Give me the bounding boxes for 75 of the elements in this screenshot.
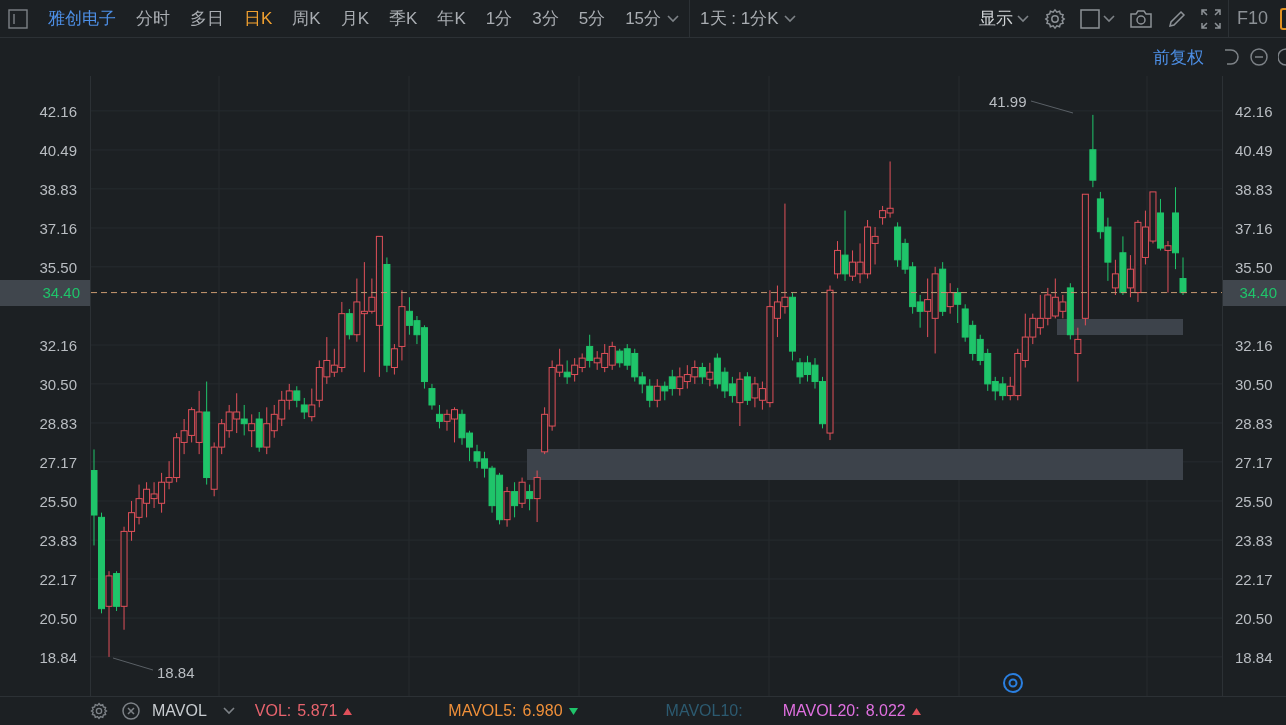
undo-icon[interactable] xyxy=(1222,48,1240,66)
adjust-button[interactable]: 前复权 xyxy=(1153,45,1204,69)
period-tab[interactable]: 3分 xyxy=(522,7,569,30)
close-icon[interactable] xyxy=(122,702,140,720)
price-tick: 20.50 xyxy=(39,609,77,627)
price-tick: 38.83 xyxy=(1235,180,1273,198)
price-tick: 28.83 xyxy=(39,414,77,432)
stock-name: 雅创电子 xyxy=(47,8,117,30)
price-tick: 35.50 xyxy=(39,258,77,276)
fullscreen-icon[interactable] xyxy=(1200,8,1221,29)
period-tab[interactable]: 5分 xyxy=(568,7,616,30)
price-tick: 28.83 xyxy=(1235,414,1273,432)
target-icon[interactable] xyxy=(1003,673,1023,693)
price-tick: 22.17 xyxy=(1235,570,1273,588)
price-tick: 27.17 xyxy=(39,453,77,471)
price-tick: 38.83 xyxy=(39,180,77,198)
price-tick: 32.16 xyxy=(39,336,77,354)
indicator-label: MAVOL20: xyxy=(782,702,860,720)
price-tick: 42.16 xyxy=(1235,102,1273,120)
edge-button[interactable] xyxy=(1280,7,1286,30)
period-tab[interactable]: 1分 xyxy=(475,7,523,30)
price-tick: 42.16 xyxy=(39,102,77,120)
interval-dropdown[interactable]: 15分 xyxy=(615,0,691,38)
settings-icon[interactable] xyxy=(1043,7,1066,30)
price-tick: 35.50 xyxy=(1235,258,1273,276)
price-tick: 23.83 xyxy=(39,531,77,549)
price-tick: 23.83 xyxy=(1235,531,1273,549)
current-price-tag: 34.40 xyxy=(0,279,90,306)
indicator-name: MAVOL xyxy=(152,702,207,720)
price-tick: 25.50 xyxy=(39,492,77,510)
settings-icon[interactable] xyxy=(90,702,108,720)
price-tick: 20.50 xyxy=(1235,609,1273,627)
f10-button[interactable]: F10 xyxy=(1227,0,1276,38)
panel-toggle-icon[interactable] xyxy=(8,8,28,29)
period-tab[interactable]: 周K xyxy=(282,7,331,30)
price-tick: 18.84 xyxy=(1235,648,1273,666)
price-tick: 30.50 xyxy=(1235,375,1273,393)
price-tick: 27.17 xyxy=(1235,453,1273,471)
indicator-label: MAVOL5: xyxy=(448,702,517,720)
chevron-down-icon xyxy=(667,14,680,23)
period-tab[interactable]: 多日 xyxy=(180,7,234,30)
price-tick: 18.84 xyxy=(39,648,77,666)
period-tab[interactable]: 年K xyxy=(427,7,476,30)
zoom-out-icon[interactable] xyxy=(1250,48,1268,66)
indicator-label: VOL: xyxy=(254,702,292,720)
period-dropdown[interactable]: 1天 : 1分K xyxy=(690,0,807,38)
chevron-down-icon xyxy=(1102,14,1115,23)
price-tick: 40.49 xyxy=(39,141,77,159)
price-tick: 32.16 xyxy=(1235,336,1273,354)
indicator-value: 8.022 xyxy=(865,702,906,720)
indicator-value: 5.871 xyxy=(297,702,338,720)
low-price-label: 18.84 xyxy=(157,663,195,681)
price-tick: 37.16 xyxy=(39,219,77,237)
high-price-label: 41.99 xyxy=(989,92,1027,110)
chevron-down-icon xyxy=(222,707,235,715)
price-tick: 22.17 xyxy=(39,570,77,588)
square-icon xyxy=(1079,8,1100,29)
period-tab[interactable]: 季K xyxy=(379,7,428,30)
pencil-icon[interactable] xyxy=(1166,8,1187,29)
chevron-down-icon xyxy=(784,14,797,23)
indicator-value: 6.980 xyxy=(522,702,563,720)
chevron-down-icon xyxy=(1016,14,1029,23)
price-tick: 30.50 xyxy=(39,375,77,393)
camera-icon[interactable] xyxy=(1128,8,1153,29)
period-tab[interactable]: 月K xyxy=(330,7,380,30)
current-price-tag: 34.40 xyxy=(1223,279,1286,306)
price-tick: 37.16 xyxy=(1235,219,1273,237)
display-dropdown[interactable]: 显示 xyxy=(970,7,1037,30)
price-tick: 25.50 xyxy=(1235,492,1273,510)
leader-line xyxy=(112,657,154,671)
price-tick: 40.49 xyxy=(1235,141,1273,159)
period-tab[interactable]: 日K xyxy=(234,7,283,30)
period-tab[interactable]: 分时 xyxy=(126,7,180,30)
indicator-label: MAVOL10: xyxy=(665,702,743,720)
leader-line xyxy=(1030,100,1074,114)
